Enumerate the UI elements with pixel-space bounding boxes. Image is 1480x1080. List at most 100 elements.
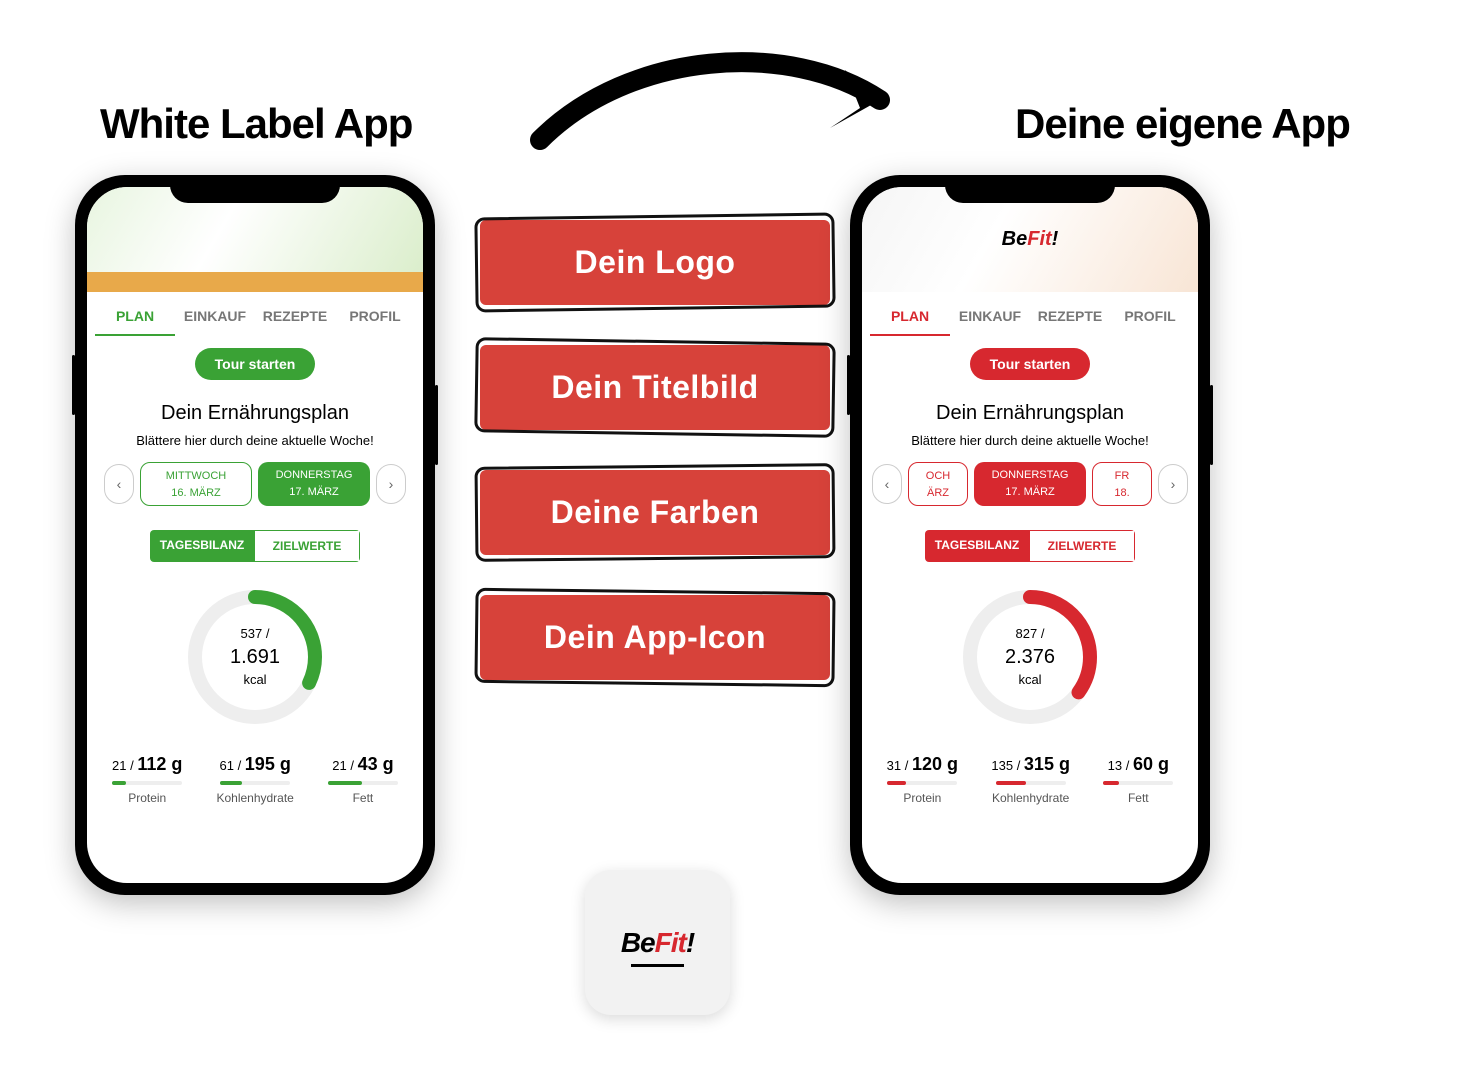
macros-row: 31 / 120 g Protein 135 / 315 g Kohlenhyd… xyxy=(862,754,1198,805)
tab-einkauf[interactable]: EINKAUF xyxy=(950,302,1030,336)
kcal-ring: 537 / 1.691 kcal xyxy=(180,582,330,732)
macro-bar xyxy=(1103,781,1118,785)
arrow-icon xyxy=(510,30,930,170)
hero-logo: BeFit! xyxy=(1002,228,1059,251)
tab-einkauf[interactable]: EINKAUF xyxy=(175,302,255,336)
macro-target: 43 g xyxy=(358,754,394,774)
macro-target: 120 g xyxy=(912,754,958,774)
tab-plan[interactable]: PLAN xyxy=(95,302,175,336)
plan-title: Dein Ernährungsplan xyxy=(87,402,423,425)
day-date: 16. MÄRZ xyxy=(151,485,241,502)
logo-part-be: Be xyxy=(621,927,655,958)
day-weekday: OCH xyxy=(919,468,957,485)
macro-target: 315 g xyxy=(1024,754,1070,774)
app-icon-preview: BeFit! xyxy=(585,870,730,1015)
phone-notch xyxy=(945,175,1115,203)
day-date: 18. xyxy=(1103,485,1141,502)
feature-list: Dein Logo Dein Titelbild Deine Farben De… xyxy=(480,220,830,720)
macro-protein: 31 / 120 g Protein xyxy=(887,754,958,805)
macro-current: 135 xyxy=(991,758,1013,773)
kcal-target: 2.376 xyxy=(1005,643,1055,671)
tab-plan[interactable]: PLAN xyxy=(870,302,950,336)
tour-start-button[interactable]: Tour starten xyxy=(970,348,1090,380)
segment-zielwerte[interactable]: ZIELWERTE xyxy=(254,530,360,562)
tab-profil[interactable]: PROFIL xyxy=(335,302,415,336)
tab-bar: PLAN EINKAUF REZEPTE PROFIL xyxy=(862,292,1198,336)
day-weekday: DONNERSTAG xyxy=(984,467,1076,484)
day-card-prev[interactable]: OCH ÄRZ xyxy=(908,462,968,506)
app-screen-right: BeFit! PLAN EINKAUF REZEPTE PROFIL Tour … xyxy=(862,187,1198,883)
tab-bar: PLAN EINKAUF REZEPTE PROFIL xyxy=(87,292,423,336)
kcal-ring: 827 / 2.376 kcal xyxy=(955,582,1105,732)
tab-rezepte[interactable]: REZEPTE xyxy=(1030,302,1110,336)
befit-logo: BeFit! xyxy=(621,927,694,959)
day-card-next[interactable]: FR 18. xyxy=(1092,462,1152,506)
feature-farben: Deine Farben xyxy=(480,470,830,555)
feature-app-icon: Dein App-Icon xyxy=(480,595,830,680)
day-weekday: MITTWOCH xyxy=(151,468,241,485)
macro-current: 13 xyxy=(1108,758,1122,773)
tab-profil[interactable]: PROFIL xyxy=(1110,302,1190,336)
segment-tagesbilanz[interactable]: TAGESBILANZ xyxy=(925,530,1029,562)
logo-part-fit: Fit xyxy=(655,927,686,958)
day-date: 17. MÄRZ xyxy=(268,484,360,501)
macro-fat: 21 / 43 g Fett xyxy=(328,754,398,805)
day-weekday: FR xyxy=(1103,468,1141,485)
heading-own-app: Deine eigene App xyxy=(1015,100,1350,148)
macro-bar xyxy=(996,781,1026,785)
logo-part-bang: ! xyxy=(686,927,694,958)
macro-carbs: 61 / 195 g Kohlenhydrate xyxy=(216,754,293,805)
kcal-current: 827 / xyxy=(1005,625,1055,643)
day-card-prev[interactable]: MITTWOCH 16. MÄRZ xyxy=(140,462,252,506)
macro-label: Kohlenhydrate xyxy=(991,791,1070,805)
plan-subtitle: Blättere hier durch deine aktuelle Woche… xyxy=(862,433,1198,448)
tab-rezepte[interactable]: REZEPTE xyxy=(255,302,335,336)
phone-mockup-white-label: PLAN EINKAUF REZEPTE PROFIL Tour starten… xyxy=(75,175,435,895)
app-screen-left: PLAN EINKAUF REZEPTE PROFIL Tour starten… xyxy=(87,187,423,883)
day-date: ÄRZ xyxy=(919,485,957,502)
macro-target: 195 g xyxy=(245,754,291,774)
macro-label: Kohlenhydrate xyxy=(216,791,293,805)
macro-label: Fett xyxy=(328,791,398,805)
kcal-unit: kcal xyxy=(1005,671,1055,689)
feature-titelbild: Dein Titelbild xyxy=(480,345,830,430)
macro-current: 61 xyxy=(219,758,233,773)
day-weekday: DONNERSTAG xyxy=(268,467,360,484)
macro-current: 21 xyxy=(332,758,346,773)
macro-bar xyxy=(328,781,362,785)
kcal-target: 1.691 xyxy=(230,643,280,671)
plan-subtitle: Blättere hier durch deine aktuelle Woche… xyxy=(87,433,423,448)
macro-current: 21 xyxy=(112,758,126,773)
segment-control: TAGESBILANZ ZIELWERTE xyxy=(150,530,360,562)
macro-bar xyxy=(887,781,905,785)
plan-title: Dein Ernährungsplan xyxy=(862,402,1198,425)
day-card-active[interactable]: DONNERSTAG 17. MÄRZ xyxy=(258,462,370,506)
day-date: 17. MÄRZ xyxy=(984,484,1076,501)
phone-notch xyxy=(170,175,340,203)
macro-bar xyxy=(112,781,125,785)
kcal-unit: kcal xyxy=(230,671,280,689)
macro-bar xyxy=(220,781,242,785)
segment-tagesbilanz[interactable]: TAGESBILANZ xyxy=(150,530,254,562)
phone-mockup-own-app: BeFit! PLAN EINKAUF REZEPTE PROFIL Tour … xyxy=(850,175,1210,895)
segment-zielwerte[interactable]: ZIELWERTE xyxy=(1029,530,1135,562)
macro-fat: 13 / 60 g Fett xyxy=(1103,754,1173,805)
day-selector: ‹ MITTWOCH 16. MÄRZ DONNERSTAG 17. MÄRZ … xyxy=(87,462,423,506)
kcal-current: 537 / xyxy=(230,625,280,643)
day-selector: ‹ OCH ÄRZ DONNERSTAG 17. MÄRZ FR 18. › xyxy=(862,462,1198,506)
macro-label: Protein xyxy=(112,791,182,805)
day-prev-button[interactable]: ‹ xyxy=(872,464,902,504)
day-prev-button[interactable]: ‹ xyxy=(104,464,134,504)
heading-white-label: White Label App xyxy=(100,100,412,148)
day-next-button[interactable]: › xyxy=(376,464,406,504)
macros-row: 21 / 112 g Protein 61 / 195 g Kohlenhydr… xyxy=(87,754,423,805)
macro-current: 31 xyxy=(887,758,901,773)
day-card-active[interactable]: DONNERSTAG 17. MÄRZ xyxy=(974,462,1086,506)
macro-protein: 21 / 112 g Protein xyxy=(112,754,182,805)
macro-target: 112 g xyxy=(137,754,182,774)
macro-carbs: 135 / 315 g Kohlenhydrate xyxy=(991,754,1070,805)
segment-control: TAGESBILANZ ZIELWERTE xyxy=(925,530,1135,562)
tour-start-button[interactable]: Tour starten xyxy=(195,348,315,380)
feature-logo: Dein Logo xyxy=(480,220,830,305)
day-next-button[interactable]: › xyxy=(1158,464,1188,504)
